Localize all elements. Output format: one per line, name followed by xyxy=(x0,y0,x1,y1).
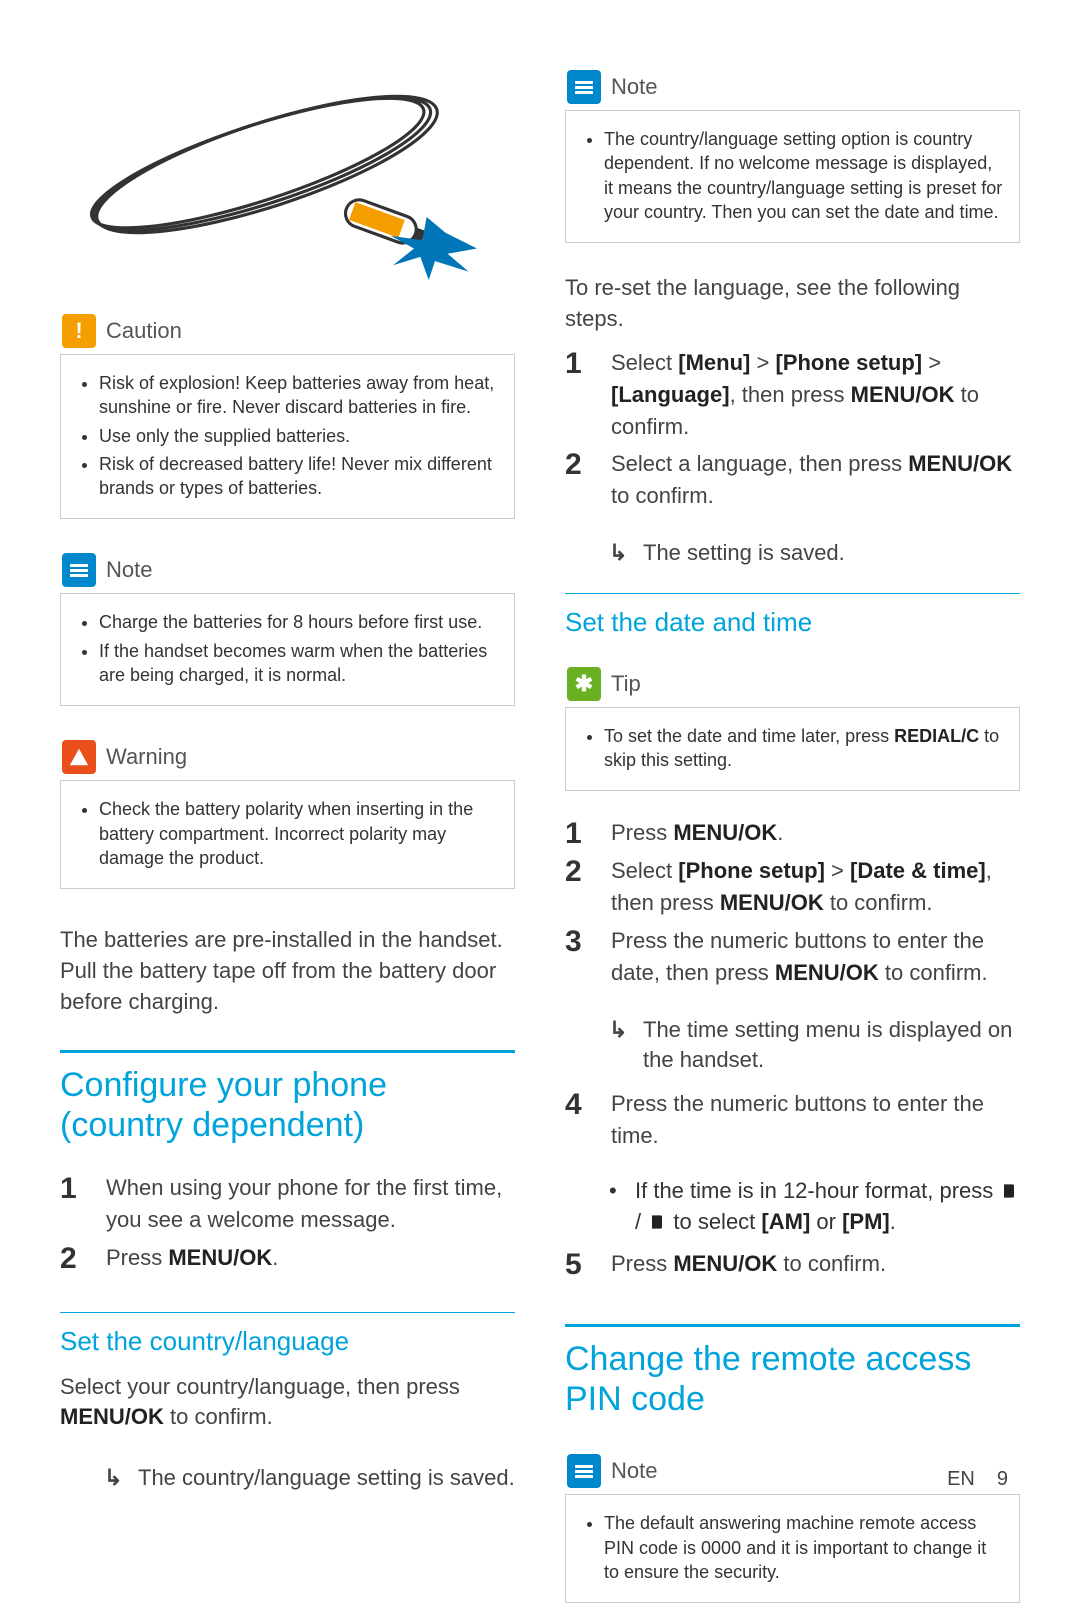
note-title: Note xyxy=(106,557,152,583)
phonebook-up-icon xyxy=(999,1181,1019,1201)
note-icon xyxy=(62,553,96,587)
step-item: 2 Select [Phone setup] > [Date & time], … xyxy=(565,855,1020,919)
reset-intro: To re-set the language, see the followin… xyxy=(565,273,1020,335)
tip-icon: ✱ xyxy=(567,667,601,701)
step-item: 2 Select a language, then press MENU/OK … xyxy=(565,448,1020,512)
page-footer: EN 9 xyxy=(947,1468,1008,1491)
result-line: ↳ The time setting menu is displayed on … xyxy=(609,1015,1020,1077)
caution-item: Use only the supplied batteries. xyxy=(99,424,498,448)
warning-title: Warning xyxy=(106,744,187,770)
footer-lang: EN xyxy=(947,1468,975,1491)
note-title: Note xyxy=(611,74,657,100)
step-item: 5 Press MENU/OK to confirm. xyxy=(565,1248,1020,1280)
result-line: ↳ The setting is saved. xyxy=(609,538,1020,569)
phonebook-down-icon xyxy=(647,1212,667,1232)
tip-title: Tip xyxy=(611,671,641,697)
caution-icon: ! xyxy=(62,314,96,348)
step-item: 1 Press MENU/OK. xyxy=(565,817,1020,849)
result-line: ↳ The country/language setting is saved. xyxy=(104,1463,515,1494)
note-title: Note xyxy=(611,1458,657,1484)
caution-callout: ! Caution Risk of explosion! Keep batter… xyxy=(60,314,515,519)
step-number: 1 xyxy=(60,1172,88,1236)
tip-callout: ✱ Tip To set the date and time later, pr… xyxy=(565,667,1020,792)
step-number: 2 xyxy=(60,1242,88,1274)
warning-icon xyxy=(62,740,96,774)
note-callout: Note Charge the batteries for 8 hours be… xyxy=(60,553,515,706)
step-item: 2 Press MENU/OK. xyxy=(60,1242,515,1274)
sub-bullet: • If the time is in 12-hour format, pres… xyxy=(609,1176,1020,1238)
note-icon xyxy=(567,70,601,104)
arrow-icon: ↳ xyxy=(609,538,631,569)
right-column: Note The country/language setting option… xyxy=(565,70,1020,1487)
heading-configure-phone: Configure your phone (country dependent) xyxy=(60,1065,515,1147)
handset-svg xyxy=(78,70,498,280)
arrow-icon: ↳ xyxy=(104,1463,126,1494)
caution-item: Risk of explosion! Keep batteries away f… xyxy=(99,371,498,420)
battery-handset-illustration xyxy=(60,70,515,280)
note-item: Charge the batteries for 8 hours before … xyxy=(99,610,498,634)
note-item: The country/language setting option is c… xyxy=(604,127,1003,224)
note-item: If the handset becomes warm when the bat… xyxy=(99,639,498,688)
heading-change-pin: Change the remote access PIN code xyxy=(565,1339,1020,1421)
tip-item: To set the date and time later, press RE… xyxy=(604,724,1003,773)
step-item: 3 Press the numeric buttons to enter the… xyxy=(565,925,1020,989)
note-icon xyxy=(567,1454,601,1488)
caution-title: Caution xyxy=(106,318,182,344)
note-item: The default answering machine remote acc… xyxy=(604,1511,1003,1584)
warning-callout: Warning Check the battery polarity when … xyxy=(60,740,515,889)
left-column: ! Caution Risk of explosion! Keep batter… xyxy=(60,70,515,1487)
footer-page-number: 9 xyxy=(997,1468,1008,1491)
heading-set-country: Set the country/language xyxy=(60,1325,515,1358)
heading-set-date-time: Set the date and time xyxy=(565,606,1020,639)
step-item: 1 Select [Menu] > [Phone setup] > [Langu… xyxy=(565,347,1020,443)
note-callout: Note The country/language setting option… xyxy=(565,70,1020,243)
step-item: 4 Press the numeric buttons to enter the… xyxy=(565,1088,1020,1152)
arrow-icon: ↳ xyxy=(609,1015,631,1077)
preinstalled-text: The batteries are pre-installed in the h… xyxy=(60,925,515,1017)
warning-item: Check the battery polarity when insertin… xyxy=(99,797,498,870)
caution-item: Risk of decreased battery life! Never mi… xyxy=(99,452,498,501)
step-item: 1 When using your phone for the first ti… xyxy=(60,1172,515,1236)
